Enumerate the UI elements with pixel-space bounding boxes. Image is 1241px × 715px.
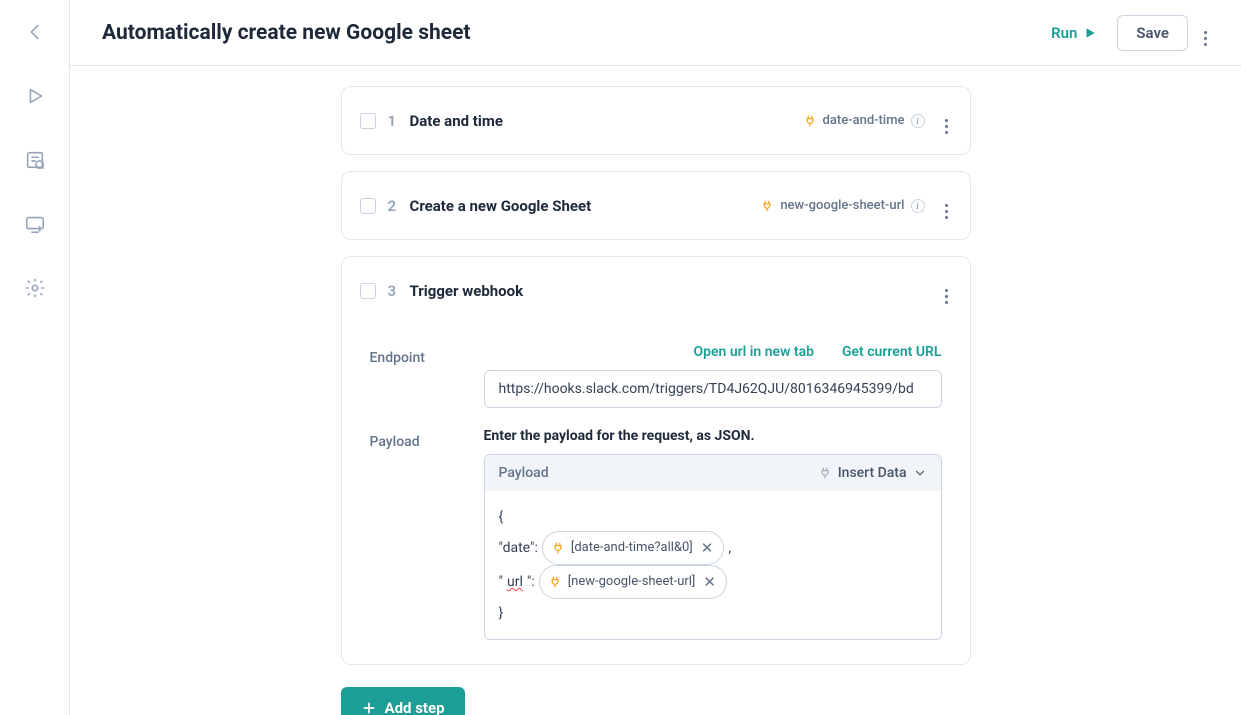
step-header[interactable]: 1 Date and time date-and-time i (342, 87, 970, 154)
json-date-trail: , (728, 534, 731, 562)
sidebar (0, 0, 70, 715)
steps-list: 1 Date and time date-and-time i (341, 86, 971, 715)
step-checkbox[interactable] (360, 283, 376, 299)
step-header[interactable]: 2 Create a new Google Sheet new-google-s… (342, 172, 970, 239)
get-current-url-link[interactable]: Get current URL (842, 344, 942, 360)
run-label: Run (1051, 24, 1077, 42)
insert-data-label: Insert Data (838, 465, 907, 481)
content-scroll: 1 Date and time date-and-time i (70, 66, 1241, 715)
page-title: Automatically create new Google sheet (102, 21, 471, 45)
play-fill-icon (1083, 26, 1097, 40)
play-icon[interactable] (21, 82, 49, 110)
token-chip-url[interactable]: [new-google-sheet-url] ✕ (539, 565, 727, 599)
chip-remove-icon[interactable]: ✕ (699, 541, 716, 556)
back-icon[interactable] (21, 18, 49, 46)
payload-editor: Payload Insert Data (484, 454, 942, 640)
add-step-button[interactable]: Add step (341, 687, 465, 715)
step-checkbox[interactable] (360, 113, 376, 129)
step-more-icon[interactable] (941, 188, 952, 223)
step-number: 1 (388, 112, 398, 130)
header-bar: Automatically create new Google sheet Ru… (70, 0, 1241, 66)
plug-icon (760, 199, 774, 213)
payload-hint: Enter the payload for the request, as JS… (484, 428, 942, 444)
json-line-open: { (499, 503, 927, 531)
step-number: 2 (388, 197, 398, 215)
field-payload: Payload Enter the payload for the reques… (370, 428, 942, 640)
info-icon[interactable]: i (911, 199, 925, 213)
monitor-alert-icon[interactable] (21, 210, 49, 238)
endpoint-link-row: Open url in new tab Get current URL (484, 344, 942, 360)
plug-icon (818, 466, 832, 480)
field-endpoint: Endpoint Open url in new tab Get current… (370, 344, 942, 408)
step-output-tag: date-and-time i (803, 113, 925, 128)
plug-icon (803, 114, 817, 128)
token-chip-date[interactable]: [date-and-time?all&0] ✕ (542, 531, 724, 565)
step-card-1: 1 Date and time date-and-time i (341, 86, 971, 155)
recordings-icon[interactable] (21, 146, 49, 174)
save-button[interactable]: Save (1117, 15, 1188, 51)
plus-icon (361, 700, 377, 715)
step-checkbox[interactable] (360, 198, 376, 214)
step-number: 3 (388, 282, 398, 300)
chip-remove-icon[interactable]: ✕ (701, 575, 718, 590)
step-card-3: 3 Trigger webhook Endpoint Open url in n… (341, 256, 971, 665)
token-chip-label: [date-and-time?all&0] (571, 535, 693, 561)
json-url-key-open: " (499, 568, 503, 596)
payload-body[interactable]: { "date": [date-and-time?all&0] (485, 491, 941, 639)
payload-head-label: Payload (499, 465, 549, 481)
settings-icon[interactable] (21, 274, 49, 302)
json-line-close: } (499, 599, 927, 627)
plug-icon (548, 575, 562, 589)
json-url-key-close: ": (527, 568, 535, 596)
step-title: Create a new Google Sheet (410, 197, 749, 215)
step-more-icon[interactable] (941, 103, 952, 138)
open-url-link[interactable]: Open url in new tab (693, 344, 814, 360)
plug-icon (551, 541, 565, 555)
step-title: Date and time (410, 112, 791, 130)
step-header[interactable]: 3 Trigger webhook (342, 257, 970, 324)
step-output-tag: new-google-sheet-url i (760, 198, 924, 213)
header-more-icon[interactable] (1198, 13, 1213, 52)
run-button[interactable]: Run (1039, 16, 1109, 50)
payload-header: Payload Insert Data (485, 455, 941, 491)
chevron-down-icon (913, 466, 927, 480)
step-tag-label: date-and-time (823, 113, 905, 128)
endpoint-label: Endpoint (370, 344, 460, 408)
step-more-icon[interactable] (941, 273, 952, 308)
add-step-label: Add step (385, 699, 445, 715)
main: Automatically create new Google sheet Ru… (70, 0, 1241, 715)
endpoint-input[interactable] (484, 370, 942, 408)
step-body: Endpoint Open url in new tab Get current… (342, 344, 970, 664)
json-date-key: "date": (499, 534, 538, 562)
payload-label: Payload (370, 428, 460, 640)
json-date-line: "date": [date-and-time?all&0] ✕ (499, 531, 927, 565)
info-icon[interactable]: i (911, 114, 925, 128)
json-url-line: "url": [new-google-sheet-url] ✕ (499, 565, 927, 599)
insert-data-button[interactable]: Insert Data (818, 465, 927, 481)
json-url-key-word: url (507, 568, 523, 596)
step-card-2: 2 Create a new Google Sheet new-google-s… (341, 171, 971, 240)
token-chip-label: [new-google-sheet-url] (568, 569, 696, 595)
step-title: Trigger webhook (410, 282, 925, 300)
step-tag-label: new-google-sheet-url (780, 198, 904, 213)
